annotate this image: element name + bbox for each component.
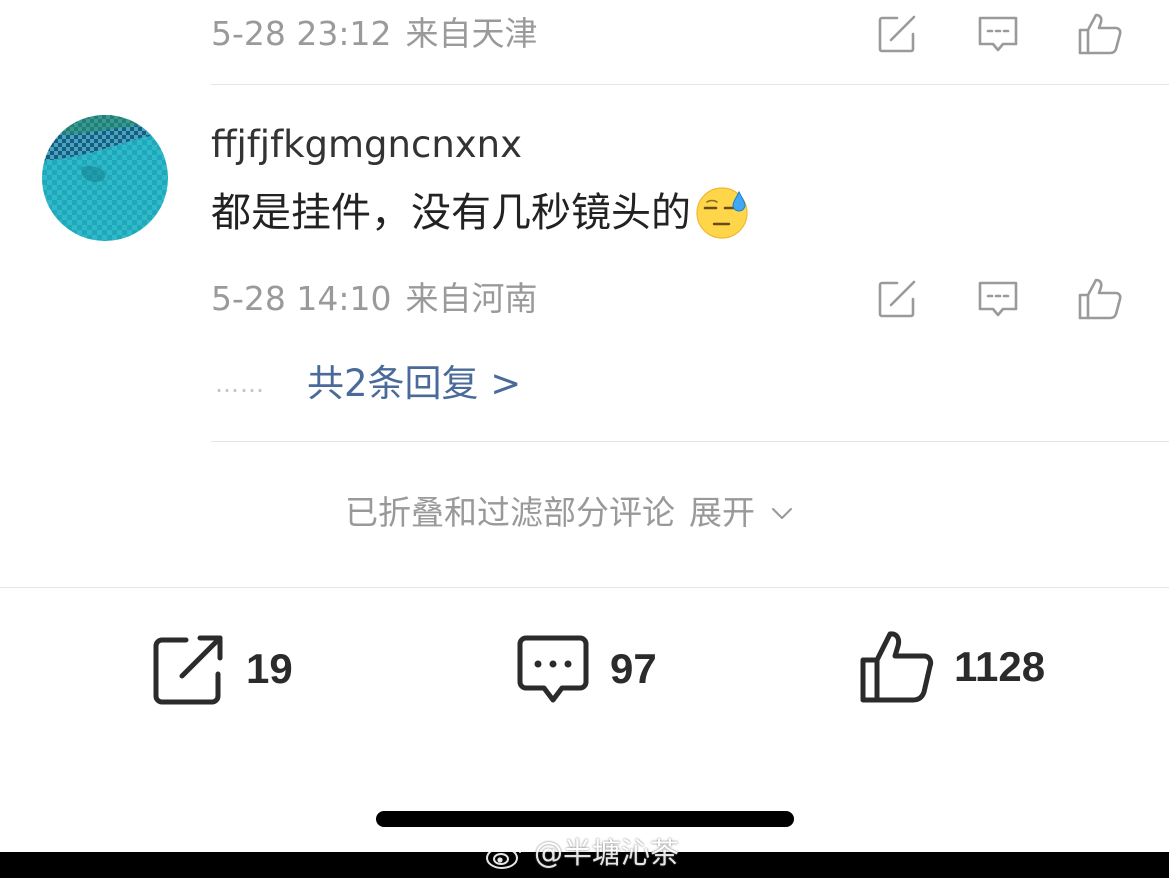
comment-button[interactable]: 97	[514, 630, 657, 708]
comment-repost-icon[interactable]	[873, 275, 921, 323]
divider	[211, 441, 1169, 442]
weibo-logo-icon	[486, 841, 526, 869]
thumbs-up-icon	[860, 631, 934, 703]
avatar[interactable]	[42, 115, 168, 241]
watermark: @半塘沁茶	[484, 836, 679, 870]
chevron-down-icon	[772, 507, 792, 519]
view-replies-link[interactable]: 共2条回复 >	[307, 365, 521, 402]
previous-like-icon[interactable]	[1076, 10, 1124, 58]
collapsed-comments-notice[interactable]: 已折叠和过滤部分评论 展开	[345, 496, 795, 529]
reply-dots: ……	[215, 370, 265, 398]
like-button[interactable]: 1128	[858, 628, 1045, 706]
comment-body: 都是挂件，没有几秒镜头的	[211, 186, 749, 240]
watermark-text: @半塘沁茶	[534, 835, 680, 870]
comment-date: 5-28 14:10	[211, 279, 392, 318]
previous-comment-date: 5-28 23:12	[211, 14, 392, 53]
home-indicator[interactable]	[376, 811, 794, 827]
comment-text: 都是挂件，没有几秒镜头的	[211, 190, 691, 236]
comment-count: 97	[610, 645, 657, 692]
previous-repost-icon[interactable]	[873, 10, 921, 58]
comment-icon	[517, 635, 589, 703]
repost-button[interactable]: 19	[150, 630, 293, 708]
previous-comment-icon[interactable]	[974, 10, 1022, 58]
sweat-smile-emoji-icon	[695, 186, 749, 240]
divider	[211, 84, 1169, 85]
like-count: 1128	[954, 643, 1046, 690]
comment-location: 来自河南	[405, 279, 538, 318]
comment-username[interactable]: ffjfjfkgmgncnxnx	[211, 126, 522, 163]
previous-comment-meta: 5-28 23:12 来自天津	[211, 17, 538, 50]
comment-like-icon[interactable]	[1076, 275, 1124, 323]
comment-meta: 5-28 14:10 来自河南	[211, 282, 538, 315]
previous-comment-location: 来自天津	[405, 14, 538, 53]
repost-icon	[153, 635, 223, 705]
comment-reply-icon[interactable]	[974, 275, 1022, 323]
bottom-bar-divider	[0, 587, 1169, 588]
expand-label[interactable]: 展开	[689, 496, 755, 529]
repost-count: 19	[246, 645, 293, 692]
collapsed-text: 已折叠和过滤部分评论	[345, 493, 675, 532]
